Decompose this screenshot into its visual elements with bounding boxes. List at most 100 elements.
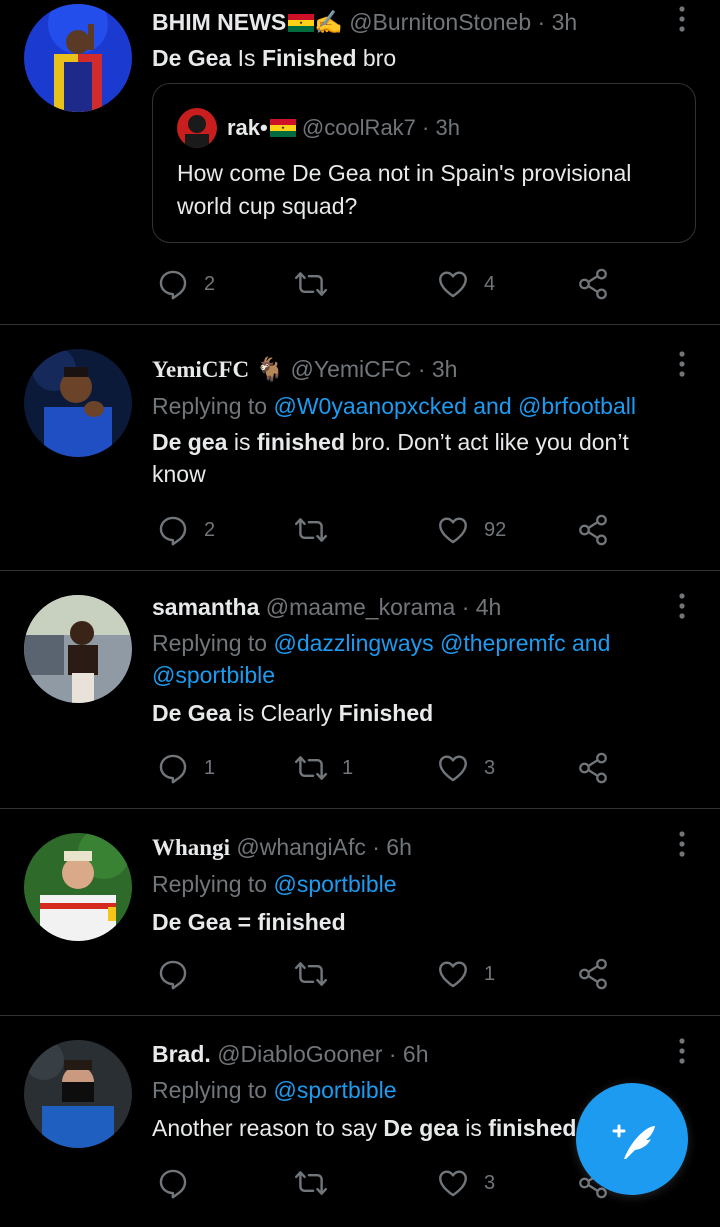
quoted-handle[interactable]: @coolRak7 (302, 115, 416, 140)
reply-icon (159, 516, 187, 546)
quoted-avatar[interactable] (177, 108, 217, 148)
retweet-button[interactable] (294, 954, 342, 994)
like-button[interactable]: 4 (436, 264, 495, 304)
avatar[interactable] (24, 833, 132, 941)
reply-button[interactable]: 2 (156, 264, 215, 304)
compose-tweet-button[interactable] (576, 1083, 688, 1195)
tweet[interactable]: Whangi @whangiAfc · 6h Replying to @spor… (0, 809, 720, 1016)
like-button[interactable]: 92 (436, 510, 506, 550)
more-icon[interactable] (674, 349, 690, 379)
timestamp[interactable]: 3h (432, 356, 458, 382)
separator-dot: · (388, 1041, 397, 1067)
handle[interactable]: @BurnitonStoneb (349, 9, 531, 35)
avatar-image (24, 349, 132, 457)
text-bold: De Gea (152, 45, 232, 71)
display-name[interactable]: YemiCFC (152, 357, 249, 382)
retweet-button[interactable]: 1 (294, 748, 353, 788)
retweet-icon (294, 1171, 328, 1195)
goat-emoji: 🐐 (255, 356, 285, 382)
retweet-icon (294, 518, 328, 542)
like-button[interactable]: 1 (436, 954, 495, 994)
reply-button[interactable] (156, 954, 204, 994)
separator-dot: · (372, 834, 380, 860)
separator-dot: · (417, 356, 426, 382)
replying-prefix: Replying to (152, 393, 274, 419)
like-count: 3 (484, 756, 496, 779)
reply-button[interactable] (156, 1163, 204, 1203)
ghana-flag-icon (269, 114, 296, 137)
retweet-button[interactable] (294, 510, 342, 550)
tweet-actions: 1 1 3 (152, 748, 632, 788)
handle[interactable]: @whangiAfc (236, 834, 365, 860)
avatar-image (24, 4, 132, 112)
retweet-icon (294, 756, 328, 780)
quoted-tweet[interactable]: rak• @coolRak7 · 3h How come De Gea not … (152, 83, 696, 243)
separator-dot: · (461, 594, 470, 620)
share-button[interactable] (576, 954, 610, 994)
tweet[interactable]: samantha @maame_korama · 4h Replying to … (0, 571, 720, 809)
handle[interactable]: @maame_korama (266, 594, 456, 620)
like-button[interactable]: 3 (436, 748, 495, 788)
avatar-image (24, 833, 132, 941)
reply-button[interactable]: 2 (156, 510, 215, 550)
compose-icon (612, 1124, 655, 1159)
replying-to: Replying to @sportbible (152, 868, 660, 900)
timestamp[interactable]: 4h (476, 594, 502, 620)
handle[interactable]: @DiabloGooner (217, 1041, 382, 1067)
quoted-timestamp[interactable]: 3h (436, 115, 460, 140)
share-button[interactable] (576, 748, 610, 788)
tweet[interactable]: YemiCFC 🐐 @YemiCFC · 3h Replying to @W0y… (0, 325, 720, 571)
display-name[interactable]: Whangi (152, 835, 230, 860)
tweet-header: samantha @maame_korama · 4h (152, 591, 660, 623)
replying-to: Replying to @W0yaanopxcked and @brfootba… (152, 390, 660, 422)
avatar[interactable] (24, 349, 132, 457)
timestamp[interactable]: 6h (403, 1041, 429, 1067)
avatar[interactable] (24, 4, 132, 112)
more-icon[interactable] (674, 591, 690, 621)
quoted-display-name[interactable]: rak• (227, 115, 268, 140)
quoted-text: How come De Gea not in Spain's provision… (177, 160, 632, 219)
text-bold: finished (488, 1115, 577, 1141)
display-name[interactable]: BHIM NEWS (152, 9, 286, 35)
tweet-header: BHIM NEWS ✍️ @BurnitonStoneb · 3h (152, 6, 660, 38)
more-icon[interactable] (674, 829, 690, 859)
retweet-button[interactable] (294, 264, 342, 304)
text-bold: De gea (152, 429, 228, 455)
retweet-button[interactable] (294, 1163, 342, 1203)
display-name[interactable]: Brad. (152, 1041, 211, 1067)
text-bold: De Gea = finished (152, 909, 346, 935)
share-button[interactable] (576, 510, 610, 550)
share-icon (579, 752, 607, 784)
text-span: is (458, 1115, 489, 1141)
handle[interactable]: @YemiCFC (291, 356, 412, 382)
more-icon[interactable] (674, 4, 690, 34)
display-name[interactable]: samantha (152, 594, 259, 620)
replying-to: Replying to @dazzlingways @thepremfc and… (152, 627, 660, 691)
avatar[interactable] (24, 595, 132, 703)
tweet-text: De Gea is Clearly Finished (152, 697, 660, 729)
replying-to: Replying to @sportbible (152, 1074, 660, 1106)
avatar-image (24, 1040, 132, 1148)
reply-icon (159, 1169, 187, 1199)
replying-to-users[interactable]: @sportbible (273, 1077, 396, 1103)
tweet-text: De gea is finished bro. Don’t act like y… (152, 426, 660, 490)
tweet[interactable]: BHIM NEWS ✍️ @BurnitonStoneb · 3h De Gea … (0, 0, 720, 325)
tweet-text: De Gea = finished (152, 906, 660, 938)
text-span: Another reason to say (152, 1115, 384, 1141)
reply-button[interactable]: 1 (156, 748, 215, 788)
like-icon (439, 755, 467, 782)
share-button[interactable] (576, 264, 610, 304)
timestamp[interactable]: 6h (386, 834, 412, 860)
like-count: 1 (484, 962, 496, 985)
retweet-icon (294, 272, 328, 296)
writing-hand-emoji: ✍️ (314, 9, 343, 35)
more-icon[interactable] (674, 1036, 690, 1066)
replying-to-users[interactable]: @sportbible (273, 871, 396, 897)
text-bold: De Gea (152, 700, 232, 726)
replying-to-users[interactable]: @W0yaanopxcked and @brfootball (273, 393, 636, 419)
like-button[interactable]: 3 (436, 1163, 495, 1203)
tweet-header: Whangi @whangiAfc · 6h (152, 831, 660, 864)
ghana-flag-icon (288, 8, 315, 32)
timestamp[interactable]: 3h (552, 9, 578, 35)
avatar[interactable] (24, 1040, 132, 1148)
